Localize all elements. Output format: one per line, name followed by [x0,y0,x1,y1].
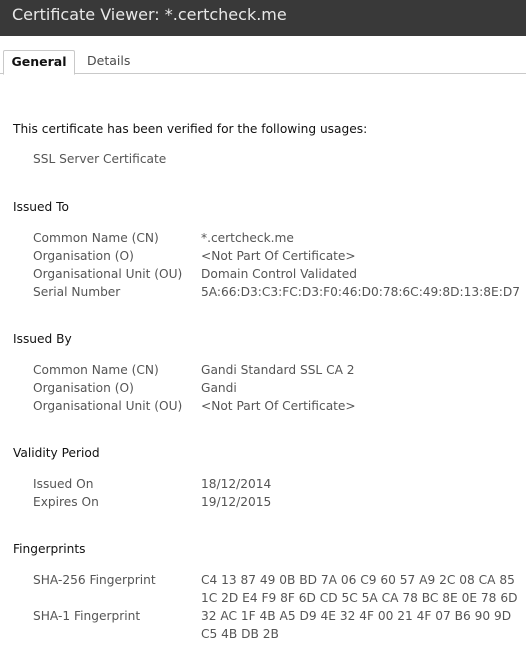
issued-by-cn-label: Common Name (CN) [33,363,159,377]
issued-to-ou-value: Domain Control Validated [201,267,357,281]
usages-intro-text: This certificate has been verified for t… [13,122,368,136]
issued-to-o-value: <Not Part Of Certificate> [201,249,356,263]
issued-to-ou-label: Organisational Unit (OU) [33,267,183,281]
validity-heading: Validity Period [13,446,100,460]
issued-to-cn-label: Common Name (CN) [33,231,159,245]
serial-number-label: Serial Number [33,285,121,299]
sha256-value-line1: C4 13 87 49 0B BD 7A 06 C9 60 57 A9 2C 0… [201,573,515,587]
issued-on-value: 18/12/2014 [201,477,272,491]
sha1-value-line2: C5 4B DB 2B [201,627,279,641]
issued-by-heading: Issued By [13,332,72,346]
tab-general[interactable]: General [3,50,75,75]
fingerprints-heading: Fingerprints [13,542,86,556]
sha256-label: SHA-256 Fingerprint [33,573,156,587]
sha1-label: SHA-1 Fingerprint [33,609,141,623]
issued-by-ou-value: <Not Part Of Certificate> [201,399,356,413]
issued-by-ou-label: Organisational Unit (OU) [33,399,183,413]
sha1-value-line1: 32 AC 1F 4B A5 D9 4E 32 4F 00 21 4F 07 B… [201,609,512,623]
expires-on-value: 19/12/2015 [201,495,272,509]
issued-to-cn-value: *.certcheck.me [201,231,294,245]
tab-details[interactable]: Details [87,50,130,74]
issued-by-o-label: Organisation (O) [33,381,134,395]
window-titlebar[interactable]: Certificate Viewer: *.certcheck.me [0,0,526,36]
issued-to-o-label: Organisation (O) [33,249,134,263]
expires-on-label: Expires On [33,495,99,509]
issued-to-heading: Issued To [13,200,69,214]
usage-ssl-server: SSL Server Certificate [33,152,167,166]
window-title: Certificate Viewer: *.certcheck.me [12,5,287,24]
issued-by-o-value: Gandi [201,381,237,395]
tab-bar: General Details [0,36,526,75]
sha256-value-line2: 1C 2D E4 F9 8F 6D CD 5C 5A CA 78 BC 8E 0… [201,591,518,605]
issued-on-label: Issued On [33,477,94,491]
issued-by-cn-value: Gandi Standard SSL CA 2 [201,363,355,377]
serial-number-value: 5A:66:D3:C3:FC:D3:F0:46:D0:78:6C:49:8D:1… [201,285,520,299]
